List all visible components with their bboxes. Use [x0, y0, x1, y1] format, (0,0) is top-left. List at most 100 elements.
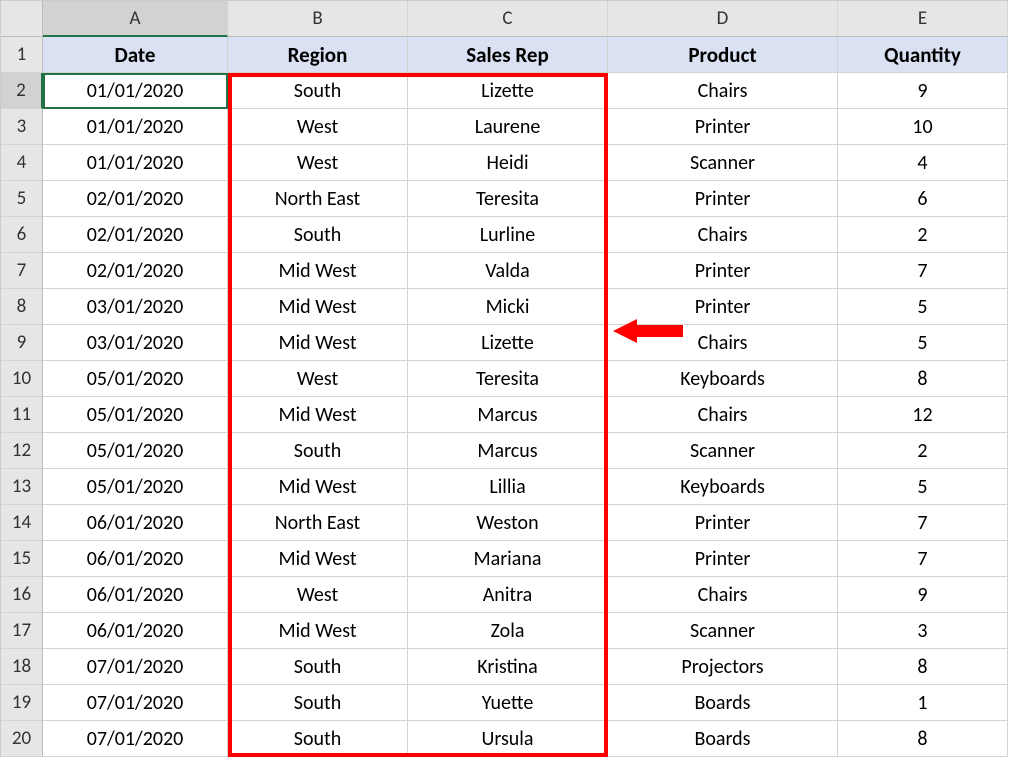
header-cell[interactable]: Sales Rep — [408, 37, 608, 73]
header-cell[interactable]: Product — [608, 37, 838, 73]
cell[interactable]: 01/01/2020 — [43, 145, 228, 181]
cell[interactable]: South — [228, 685, 408, 721]
cell[interactable]: Lillia — [408, 469, 608, 505]
cell-A2[interactable]: 01/01/2020 — [43, 73, 228, 109]
cell[interactable]: Projectors — [608, 649, 838, 685]
cell[interactable]: 02/01/2020 — [43, 217, 228, 253]
cell[interactable]: Boards — [608, 685, 838, 721]
cell[interactable]: Mid West — [228, 253, 408, 289]
cell[interactable]: Kristina — [408, 649, 608, 685]
cell[interactable]: Marcus — [408, 397, 608, 433]
cell[interactable]: West — [228, 361, 408, 397]
cell[interactable]: North East — [228, 505, 408, 541]
cell[interactable]: Zola — [408, 613, 608, 649]
cell[interactable]: 8 — [838, 649, 1008, 685]
cell[interactable]: South — [228, 217, 408, 253]
cell[interactable]: Printer — [608, 253, 838, 289]
header-cell[interactable]: Date — [43, 37, 228, 73]
cell[interactable]: 7 — [838, 541, 1008, 577]
cell[interactable]: Scanner — [608, 613, 838, 649]
cell[interactable]: Printer — [608, 181, 838, 217]
cell[interactable]: Lizette — [408, 73, 608, 109]
cell[interactable]: Keyboards — [608, 469, 838, 505]
cell[interactable]: 5 — [838, 325, 1008, 361]
cell[interactable]: Laurene — [408, 109, 608, 145]
cell[interactable]: Mid West — [228, 289, 408, 325]
cell[interactable]: Chairs — [608, 397, 838, 433]
cell[interactable]: Chairs — [608, 73, 838, 109]
cell[interactable]: Weston — [408, 505, 608, 541]
cell[interactable]: 05/01/2020 — [43, 397, 228, 433]
cell[interactable]: 06/01/2020 — [43, 613, 228, 649]
header-cell[interactable]: Quantity — [838, 37, 1008, 73]
row-header[interactable]: 7 — [1, 253, 43, 289]
cell[interactable]: Scanner — [608, 145, 838, 181]
cell[interactable]: 07/01/2020 — [43, 685, 228, 721]
cell[interactable]: Lurline — [408, 217, 608, 253]
row-header[interactable]: 11 — [1, 397, 43, 433]
cell[interactable]: 05/01/2020 — [43, 433, 228, 469]
row-header[interactable]: 4 — [1, 145, 43, 181]
cell[interactable]: 4 — [838, 145, 1008, 181]
cell[interactable]: West — [228, 145, 408, 181]
cell[interactable]: Mid West — [228, 541, 408, 577]
cell[interactable]: 5 — [838, 289, 1008, 325]
cell[interactable]: 5 — [838, 469, 1008, 505]
cell[interactable]: 10 — [838, 109, 1008, 145]
cell[interactable]: 7 — [838, 253, 1008, 289]
row-header[interactable]: 5 — [1, 181, 43, 217]
cell[interactable]: Chairs — [608, 217, 838, 253]
cell[interactable]: 05/01/2020 — [43, 361, 228, 397]
cell[interactable]: 6 — [838, 181, 1008, 217]
cell[interactable]: Mid West — [228, 469, 408, 505]
column-header-A[interactable]: A — [43, 1, 228, 37]
cell[interactable]: Mid West — [228, 397, 408, 433]
column-header-C[interactable]: C — [408, 1, 608, 37]
cell[interactable]: Scanner — [608, 433, 838, 469]
cell[interactable]: Mariana — [408, 541, 608, 577]
cell[interactable]: North East — [228, 181, 408, 217]
cell[interactable]: Mid West — [228, 325, 408, 361]
cell[interactable]: Printer — [608, 541, 838, 577]
cell[interactable]: 2 — [838, 433, 1008, 469]
cell[interactable]: South — [228, 73, 408, 109]
cell[interactable]: Yuette — [408, 685, 608, 721]
cell[interactable]: Mid West — [228, 613, 408, 649]
cell[interactable]: South — [228, 433, 408, 469]
row-header[interactable]: 18 — [1, 649, 43, 685]
row-header[interactable]: 12 — [1, 433, 43, 469]
cell[interactable]: 06/01/2020 — [43, 505, 228, 541]
cell[interactable]: Marcus — [408, 433, 608, 469]
cell[interactable]: 03/01/2020 — [43, 325, 228, 361]
row-header[interactable]: 1 — [1, 37, 43, 73]
cell[interactable]: 2 — [838, 217, 1008, 253]
cell[interactable]: Keyboards — [608, 361, 838, 397]
cell[interactable]: 9 — [838, 73, 1008, 109]
cell[interactable]: 9 — [838, 577, 1008, 613]
cell[interactable]: West — [228, 109, 408, 145]
cell[interactable]: Heidi — [408, 145, 608, 181]
cell[interactable]: Teresita — [408, 361, 608, 397]
cell[interactable]: 03/01/2020 — [43, 289, 228, 325]
cell[interactable]: Printer — [608, 505, 838, 541]
cell[interactable]: Chairs — [608, 577, 838, 613]
cell[interactable]: 8 — [838, 361, 1008, 397]
cell[interactable]: 7 — [838, 505, 1008, 541]
row-header[interactable]: 13 — [1, 469, 43, 505]
cell[interactable]: 05/01/2020 — [43, 469, 228, 505]
cell[interactable]: Valda — [408, 253, 608, 289]
select-all-corner[interactable] — [1, 1, 43, 37]
cell[interactable]: 02/01/2020 — [43, 181, 228, 217]
row-header[interactable]: 16 — [1, 577, 43, 613]
row-header[interactable]: 6 — [1, 217, 43, 253]
cell[interactable]: 3 — [838, 613, 1008, 649]
cell[interactable]: South — [228, 649, 408, 685]
column-header-E[interactable]: E — [838, 1, 1008, 37]
cell[interactable]: 1 — [838, 685, 1008, 721]
cell[interactable]: Micki — [408, 289, 608, 325]
row-header[interactable]: 14 — [1, 505, 43, 541]
row-header[interactable]: 8 — [1, 289, 43, 325]
column-header-B[interactable]: B — [228, 1, 408, 37]
row-header[interactable]: 15 — [1, 541, 43, 577]
cell[interactable]: 06/01/2020 — [43, 541, 228, 577]
